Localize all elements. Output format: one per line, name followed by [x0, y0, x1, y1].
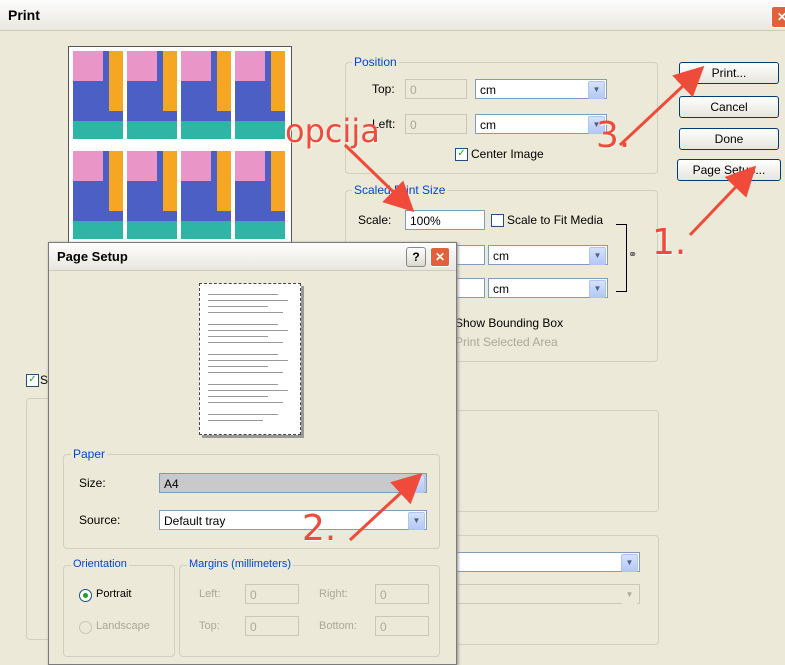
chevron-down-icon[interactable]: ▼ — [589, 247, 606, 265]
margin-top-label: Top: — [199, 620, 220, 632]
margin-bottom-label: Bottom: — [319, 620, 357, 632]
preview-thumbnail — [73, 151, 123, 239]
annotation-step-1: 1. — [652, 222, 687, 263]
print-title: Print — [8, 7, 40, 23]
scale-input[interactable]: 100% — [405, 210, 485, 230]
top-unit-value: cm — [480, 83, 496, 97]
paper-group-label: Paper — [71, 447, 108, 461]
profile-select[interactable]: ▼ — [455, 584, 640, 604]
scale-to-fit-label: Scale to Fit Media — [507, 213, 604, 227]
print-button[interactable]: Print... — [679, 62, 779, 84]
height-unit-select[interactable]: cm ▼ — [488, 245, 608, 265]
top-input[interactable]: 0 — [405, 79, 467, 99]
print-selected-label: Print Selected Area — [455, 335, 558, 349]
done-button[interactable]: Done — [679, 128, 779, 150]
close-icon[interactable]: ✕ — [771, 6, 785, 28]
margins-group — [179, 565, 440, 657]
scale-label: Scale: — [358, 213, 392, 227]
chevron-down-icon[interactable]: ▼ — [621, 586, 638, 604]
help-icon[interactable]: ? — [406, 247, 426, 267]
margin-top-input[interactable]: 0 — [245, 616, 299, 636]
margin-right-label: Right: — [319, 588, 348, 600]
page-setup-title-bar: Page Setup ? ✕ — [49, 243, 456, 271]
size-label: Size: — [79, 476, 106, 490]
preview-thumbnail — [127, 151, 177, 239]
preview-thumbnail — [181, 51, 231, 139]
annotation-step-2: 2. — [302, 508, 337, 549]
width-unit-value: cm — [493, 282, 509, 296]
close-icon[interactable]: ✕ — [430, 247, 450, 267]
chevron-down-icon[interactable]: ▼ — [621, 554, 638, 572]
preview-thumbnail — [73, 51, 123, 139]
center-image-checkbox[interactable]: ✓ — [455, 148, 468, 161]
landscape-radio[interactable] — [79, 621, 92, 634]
page-setup-dialog: Page Setup ? ✕ Paper Size: A4 ▼ Source: … — [48, 242, 457, 665]
page-preview — [199, 283, 301, 435]
preview-thumbnail — [181, 151, 231, 239]
paper-group — [63, 454, 440, 549]
margin-bottom-input[interactable]: 0 — [375, 616, 429, 636]
scaled-group-label: Scaled Print Size — [352, 183, 448, 197]
show-bounding-label: Show Bounding Box — [455, 316, 564, 330]
annotation-opcija: opcija — [285, 112, 380, 150]
size-value: A4 — [164, 477, 179, 491]
left-unit-select[interactable]: cm ▼ — [475, 114, 607, 134]
landscape-label: Landscape — [96, 620, 150, 632]
page-setup-button[interactable]: Page Setup... — [677, 159, 781, 181]
portrait-radio[interactable] — [79, 589, 92, 602]
margin-left-input[interactable]: 0 — [245, 584, 299, 604]
annotation-step-3: 3. — [596, 115, 631, 156]
show-more-options-checkbox[interactable]: ✓ — [26, 374, 39, 387]
left-unit-value: cm — [480, 118, 496, 132]
orientation-group-label: Orientation — [71, 558, 129, 570]
source-select[interactable]: Default tray ▼ — [159, 510, 427, 530]
chevron-down-icon[interactable]: ▼ — [589, 280, 606, 298]
margins-group-label: Margins (millimeters) — [187, 558, 294, 570]
center-image-label: Center Image — [471, 147, 544, 161]
top-label: Top: — [372, 82, 395, 96]
chevron-down-icon[interactable]: ▼ — [408, 475, 425, 493]
width-unit-select[interactable]: cm ▼ — [488, 278, 608, 298]
cancel-button[interactable]: Cancel — [679, 96, 779, 118]
page-setup-title: Page Setup — [57, 249, 128, 264]
print-title-bar: Print ✕ — [0, 0, 785, 31]
link-bracket — [616, 224, 627, 292]
scale-to-fit-checkbox[interactable]: ✓ — [491, 214, 504, 227]
top-unit-select[interactable]: cm ▼ — [475, 79, 607, 99]
orientation-group — [63, 565, 175, 657]
chevron-down-icon[interactable]: ▼ — [408, 512, 425, 530]
size-select[interactable]: A4 ▼ — [159, 473, 427, 493]
preview-thumbnail — [127, 51, 177, 139]
output-group — [452, 410, 659, 512]
margin-right-input[interactable]: 0 — [375, 584, 429, 604]
source-label: Source: — [79, 513, 121, 527]
position-group-label: Position — [352, 55, 399, 69]
color-select[interactable]: ▼ — [455, 552, 640, 572]
print-preview — [68, 46, 292, 246]
chain-link-icon[interactable]: ⚭ — [628, 248, 637, 261]
portrait-label: Portrait — [96, 588, 132, 600]
left-input[interactable]: 0 — [405, 114, 467, 134]
source-value: Default tray — [164, 514, 226, 528]
chevron-down-icon[interactable]: ▼ — [588, 81, 605, 99]
margin-left-label: Left: — [199, 588, 221, 600]
preview-thumbnail — [235, 151, 285, 239]
preview-thumbnail — [235, 51, 285, 139]
height-unit-value: cm — [493, 249, 509, 263]
